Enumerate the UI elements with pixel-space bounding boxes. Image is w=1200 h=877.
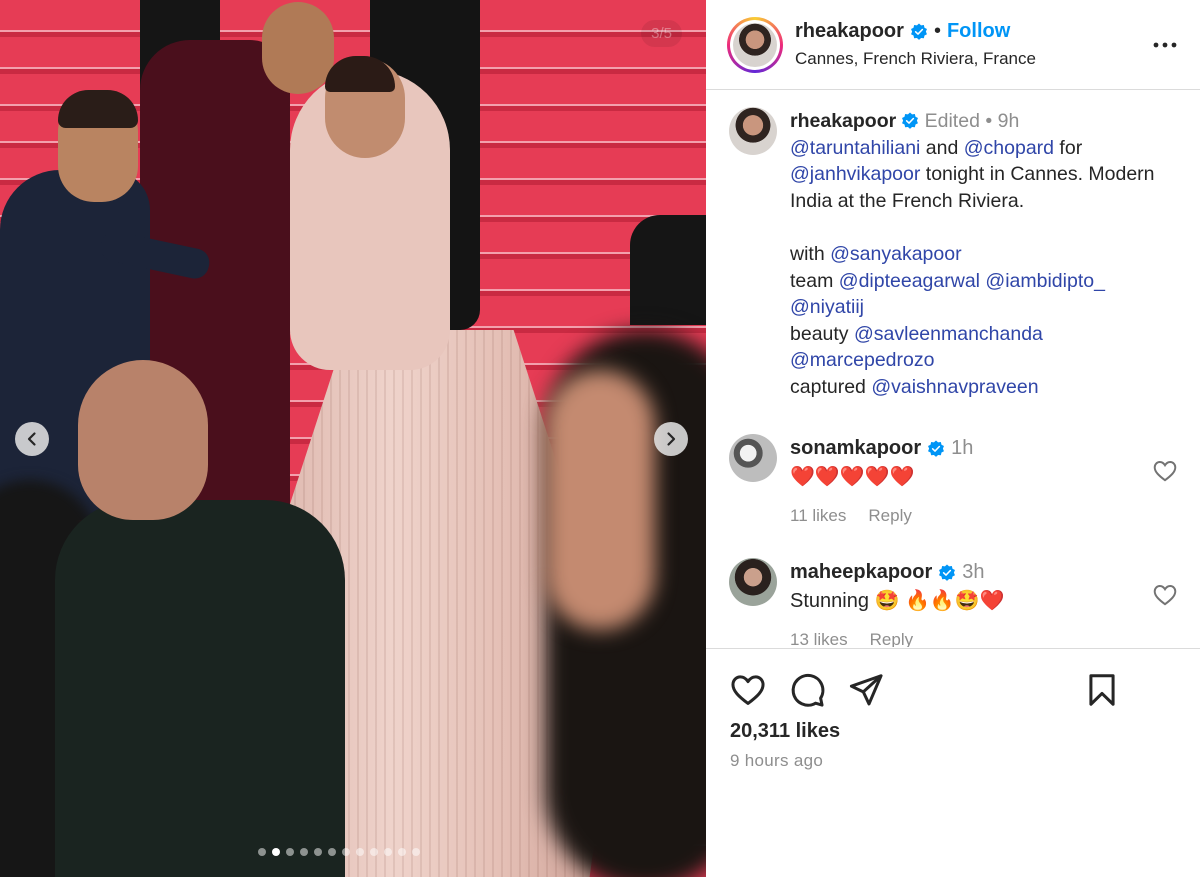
- caption-text: captured: [790, 375, 872, 398]
- comment-username[interactable]: maheepkapoor: [790, 561, 932, 584]
- reply-button[interactable]: Reply: [870, 630, 913, 647]
- carousel-dot: [258, 848, 266, 856]
- caption-text: with: [790, 242, 831, 265]
- bald-man-back: [55, 500, 345, 877]
- likes-count[interactable]: 20,311 likes: [730, 720, 840, 743]
- caption-text: India at the French Riviera.: [790, 189, 1025, 212]
- comment-age: 3h: [962, 561, 985, 583]
- more-options-icon[interactable]: [1152, 32, 1178, 58]
- mention-link[interactable]: @taruntahiliani: [790, 137, 920, 159]
- comment-header: sonamkapoor 1h: [790, 437, 973, 460]
- background-person: [630, 215, 706, 325]
- post-details-panel: rheakapoor • Follow Cannes, French Rivie…: [706, 0, 1200, 877]
- carousel-dot: [272, 848, 280, 856]
- mention-link[interactable]: @iambidipto_: [980, 270, 1105, 292]
- caption-username[interactable]: rheakapoor: [790, 108, 919, 135]
- mention-link[interactable]: @dipteeagarwal: [839, 270, 980, 292]
- verified-badge-icon: [902, 112, 919, 130]
- carousel-dot: [286, 848, 294, 856]
- comment-likes[interactable]: 13 likes: [790, 630, 848, 647]
- heart-icon[interactable]: [729, 671, 767, 709]
- mention-link[interactable]: @chopard: [964, 137, 1054, 159]
- previous-slide-button[interactable]: [15, 422, 49, 456]
- post-caption: rheakapoor Edited • 9h @taruntahiliani a…: [790, 108, 1190, 401]
- verified-badge-icon: [928, 439, 945, 457]
- comment-meta: 11 likes Reply: [790, 506, 912, 526]
- carousel-dot: [370, 848, 378, 856]
- carousel-dot: [398, 848, 406, 856]
- carousel-dots: [258, 848, 420, 856]
- man-glasses-hair: [58, 90, 138, 128]
- header-user-row: rheakapoor • Follow: [795, 20, 1010, 43]
- blurred-face: [545, 370, 655, 630]
- comment-icon[interactable]: [788, 671, 826, 709]
- avatar: [733, 23, 777, 67]
- share-icon[interactable]: [847, 671, 885, 709]
- bookmark-icon[interactable]: [1083, 671, 1121, 709]
- post-timestamp: 9 hours ago: [730, 751, 824, 770]
- caption-text: tonight in Cannes. Modern: [920, 163, 1155, 186]
- mention-link[interactable]: @sanyakapoor: [830, 243, 961, 265]
- separator-dot: •: [985, 110, 993, 132]
- avatar[interactable]: [729, 434, 777, 482]
- carousel-dot: [328, 848, 336, 856]
- verified-badge-icon: [910, 22, 927, 40]
- follow-button[interactable]: Follow: [947, 20, 1010, 43]
- carousel-dot: [384, 848, 392, 856]
- avatar[interactable]: [729, 558, 777, 606]
- post-header: rheakapoor • Follow Cannes, French Rivie…: [706, 0, 1200, 90]
- caption-text: team: [790, 269, 839, 292]
- carousel-dot: [300, 848, 308, 856]
- story-ring[interactable]: [727, 17, 783, 73]
- caption-text: for: [1054, 136, 1083, 159]
- caption-text: and: [920, 136, 964, 159]
- carousel-dot: [314, 848, 322, 856]
- comment-likes[interactable]: 11 likes: [790, 506, 846, 526]
- edited-label: Edited: [924, 110, 980, 132]
- mention-link[interactable]: @savleenmanchanda: [854, 323, 1043, 345]
- comment-age: 1h: [951, 437, 974, 459]
- carousel-dot: [342, 848, 350, 856]
- header-username[interactable]: rheakapoor: [795, 20, 904, 43]
- comment-text: ❤️❤️❤️❤️❤️: [790, 466, 915, 488]
- comment-header: maheepkapoor 3h: [790, 561, 985, 584]
- reply-button[interactable]: Reply: [868, 506, 911, 526]
- mention-link[interactable]: @marcepedrozo: [790, 349, 934, 371]
- post-actions: 20,311 likes 9 hours ago: [706, 648, 1200, 877]
- bald-head: [78, 360, 208, 520]
- mention-link[interactable]: @niyatiij: [790, 296, 864, 318]
- caption-text: beauty: [790, 322, 854, 345]
- comment-meta: 13 likes Reply: [790, 630, 913, 647]
- heart-icon[interactable]: [1152, 582, 1178, 608]
- chevron-right-icon: [667, 432, 676, 446]
- verified-badge-icon: [939, 563, 956, 581]
- man-velvet-head: [262, 2, 334, 94]
- comment-text: Stunning 🤩 🔥🔥🤩❤️: [790, 590, 1005, 612]
- post-media[interactable]: 3/5: [0, 0, 706, 877]
- separator-dot: •: [933, 20, 941, 42]
- next-slide-button[interactable]: [654, 422, 688, 456]
- post-age: 9h: [997, 110, 1020, 132]
- carousel-dot: [412, 848, 420, 856]
- carousel-dot: [356, 848, 364, 856]
- chevron-left-icon: [27, 432, 36, 446]
- slide-counter: 3/5: [641, 20, 682, 47]
- comments-scroll-area[interactable]: rheakapoor Edited • 9h @taruntahiliani a…: [706, 91, 1200, 647]
- mention-link[interactable]: @janhvikapoor: [790, 163, 920, 185]
- avatar[interactable]: [729, 107, 777, 155]
- comment-username[interactable]: sonamkapoor: [790, 437, 921, 460]
- heart-icon[interactable]: [1152, 458, 1178, 484]
- mention-link[interactable]: @vaishnavpraveen: [871, 376, 1038, 398]
- location-link[interactable]: Cannes, French Riviera, France: [795, 49, 1036, 69]
